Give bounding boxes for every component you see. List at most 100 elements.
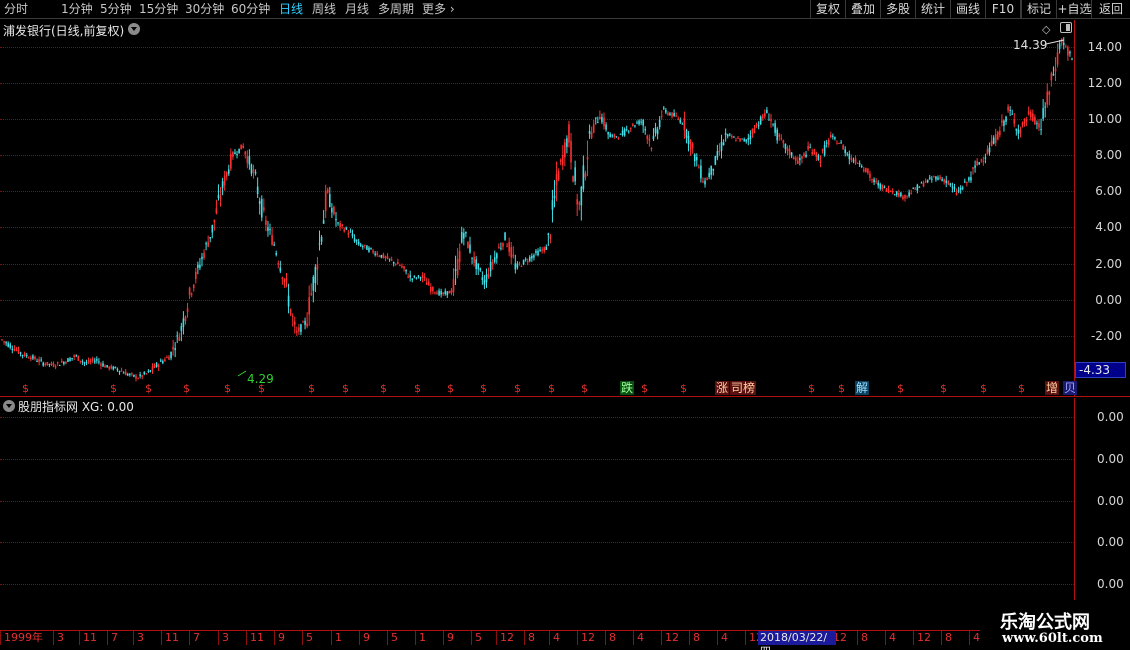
candle-body (648, 138, 651, 141)
panel-separator[interactable] (0, 396, 1130, 397)
event-badge-list[interactable]: 榜 (742, 381, 757, 395)
event-marker[interactable]: $ (447, 383, 454, 395)
candle-body (174, 348, 176, 351)
event-marker[interactable]: $ (1018, 383, 1025, 395)
overlay-button[interactable]: 叠加 (845, 0, 880, 19)
mark-button[interactable]: 标记 (1021, 0, 1056, 19)
candle-body (918, 186, 921, 188)
candle-body (660, 115, 663, 117)
event-marker[interactable]: $ (183, 383, 190, 395)
event-badge-bonus[interactable]: 贝 (1063, 381, 1078, 395)
statistics-button[interactable]: 统计 (915, 0, 950, 19)
event-marker[interactable]: $ (22, 383, 29, 395)
draw-line-button[interactable]: 画线 (950, 0, 985, 19)
candle-body (85, 362, 88, 364)
event-marker[interactable]: $ (514, 383, 521, 395)
tab-daily[interactable]: 日线 (279, 2, 303, 17)
event-marker[interactable]: $ (145, 383, 152, 395)
tab-60min[interactable]: 60分钟 (231, 2, 270, 17)
tab-monthly[interactable]: 月线 (345, 2, 369, 17)
candle-body (549, 235, 552, 239)
candle-body (298, 327, 300, 332)
tab-multi-period[interactable]: 多周期 (378, 2, 414, 17)
event-badge-unlock[interactable]: 解 (855, 381, 870, 395)
candle-body (133, 374, 135, 377)
candle-body (201, 256, 203, 260)
candle-body (122, 372, 125, 374)
candle-body (339, 223, 341, 228)
candle-body (976, 161, 978, 166)
candle-body (539, 249, 541, 252)
candle-body (273, 244, 275, 246)
candle-body (291, 315, 294, 317)
candle-body (1015, 128, 1018, 131)
event-marker[interactable]: $ (308, 383, 315, 395)
f10-button[interactable]: F10 (985, 0, 1020, 19)
event-marker[interactable]: $ (258, 383, 265, 395)
tab-15min[interactable]: 15分钟 (139, 2, 178, 17)
candle-body (673, 113, 675, 117)
event-marker[interactable]: $ (980, 383, 987, 395)
time-axis-label: 1999年 (0, 631, 43, 645)
event-marker[interactable]: $ (808, 383, 815, 395)
candle-body (966, 182, 968, 184)
add-watchlist-button[interactable]: +自选 (1056, 0, 1092, 19)
tab-intraday[interactable]: 分时 (4, 2, 28, 17)
candle-body (766, 109, 768, 113)
candle-body (904, 194, 906, 199)
event-marker[interactable]: $ (581, 383, 588, 395)
candle-body (337, 222, 339, 224)
candle-body (951, 186, 954, 188)
event-marker[interactable]: $ (414, 383, 421, 395)
event-marker[interactable]: $ (680, 383, 687, 395)
candle-body (528, 256, 531, 261)
candle-body (465, 231, 467, 234)
event-marker[interactable]: $ (548, 383, 555, 395)
candle-body (908, 192, 910, 197)
candlestick-chart[interactable] (0, 20, 1074, 396)
time-axis-label: 12 (913, 631, 931, 645)
indicator-axis-label: 0.00 (1097, 410, 1124, 424)
indicator-chevron-icon[interactable] (3, 400, 15, 412)
time-axis-label: 7 (107, 631, 118, 645)
tab-5min[interactable]: 5分钟 (100, 2, 132, 17)
event-marker[interactable]: $ (897, 383, 904, 395)
candle-body (296, 331, 298, 333)
event-marker[interactable]: $ (940, 383, 947, 395)
event-marker[interactable]: $ (342, 383, 349, 395)
candle-body (322, 220, 325, 224)
candle-body (910, 193, 912, 195)
tab-1min[interactable]: 1分钟 (61, 2, 93, 17)
candle-body (794, 157, 797, 161)
candle-body (992, 137, 995, 144)
candle-body (399, 265, 401, 267)
candle-body (784, 143, 787, 149)
adjust-button[interactable]: 复权 (810, 0, 845, 19)
candle-body (533, 255, 535, 258)
event-marker[interactable]: $ (641, 383, 648, 395)
tab-weekly[interactable]: 周线 (312, 2, 336, 17)
candle-body (900, 192, 902, 197)
event-marker[interactable]: $ (838, 383, 845, 395)
candle-body (149, 370, 152, 372)
back-button[interactable]: 返回 (1091, 0, 1130, 19)
tab-more[interactable]: 更多 › (422, 2, 455, 17)
candle-body (776, 129, 778, 141)
event-badge-drop[interactable]: 跌 (620, 381, 635, 395)
tab-30min[interactable]: 30分钟 (185, 2, 224, 17)
candle-body (3, 341, 5, 343)
event-badge-rise[interactable]: 涨 (715, 381, 730, 395)
candle-body (46, 361, 49, 365)
candle-body (759, 116, 762, 125)
candle-body (427, 281, 430, 286)
event-marker[interactable]: $ (380, 383, 387, 395)
candle-body (331, 208, 333, 213)
event-marker[interactable]: $ (480, 383, 487, 395)
candle-body (743, 139, 745, 141)
candle-body (749, 135, 752, 140)
event-marker[interactable]: $ (110, 383, 117, 395)
candle-body (36, 361, 38, 363)
event-marker[interactable]: $ (224, 383, 231, 395)
event-badge-increase[interactable]: 增 (1045, 381, 1060, 395)
multi-stock-button[interactable]: 多股 (880, 0, 915, 19)
